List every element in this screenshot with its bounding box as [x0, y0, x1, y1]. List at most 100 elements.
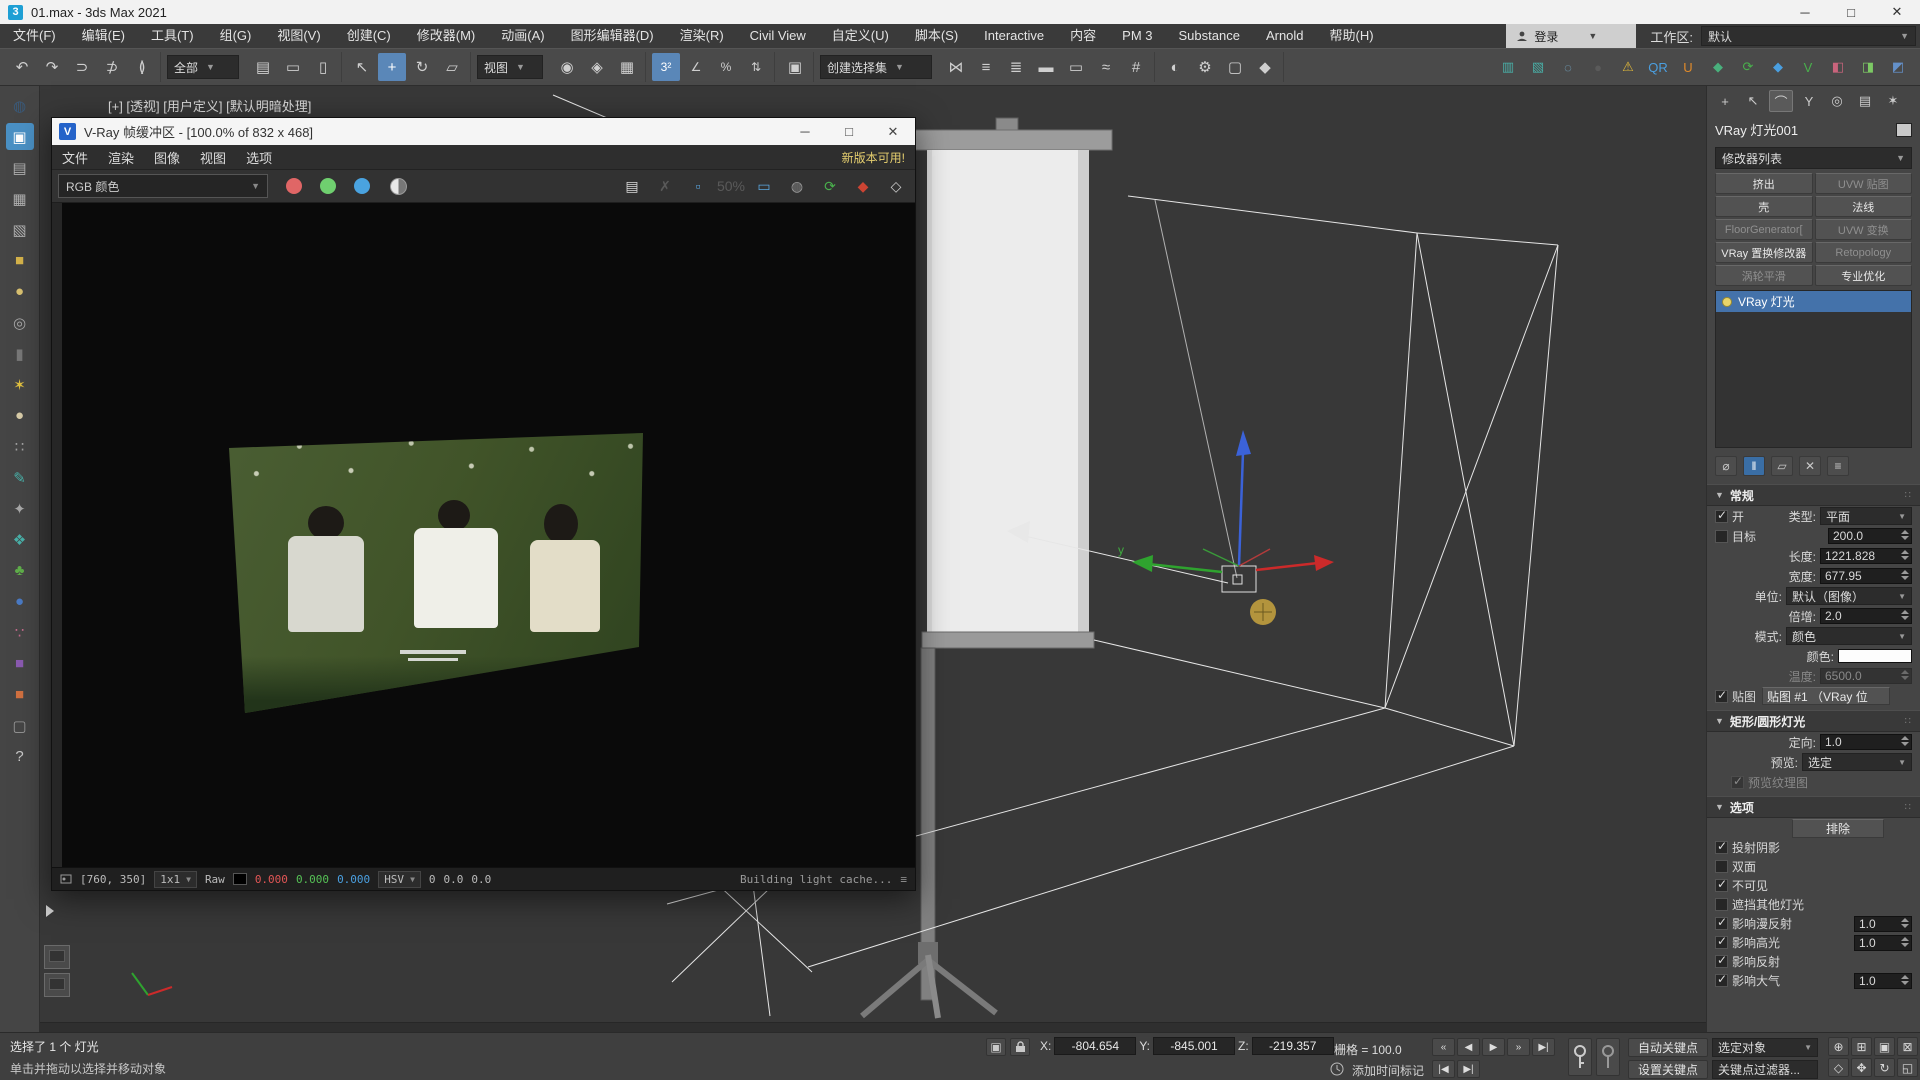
panel-expand-arrow-icon[interactable] — [46, 905, 54, 917]
field-of-view-icon[interactable]: ◇ — [1828, 1058, 1849, 1077]
mirror-icon[interactable]: ⋈ — [942, 53, 970, 81]
percent-snap-icon[interactable]: % — [712, 53, 740, 81]
project-monitors-icon[interactable]: ▥ — [1494, 53, 1522, 81]
width-field[interactable]: 677.95 — [1820, 568, 1912, 584]
dark-sphere-icon[interactable]: ◍ — [6, 92, 34, 119]
vfb-menu-item[interactable]: 视图 — [190, 148, 236, 167]
gray-tool-3-icon[interactable]: ▧ — [6, 216, 34, 243]
next-frame-icon[interactable]: » — [1507, 1038, 1530, 1056]
align-icon[interactable]: ≡ — [972, 53, 1000, 81]
test-resolution-icon[interactable]: 50% — [718, 174, 744, 198]
select-by-name-icon[interactable]: ▤ — [249, 53, 277, 81]
menu-item[interactable]: 工具(T) — [138, 24, 207, 48]
vray-render-icon[interactable]: ◆ — [1704, 53, 1732, 81]
modifier-button[interactable]: 法线 — [1815, 196, 1913, 217]
select-and-scale-icon[interactable]: ▱ — [438, 53, 466, 81]
toggle-layer-explorer-icon[interactable]: ▬ — [1032, 53, 1060, 81]
light-type-dropdown[interactable]: 平面 ▼ — [1820, 507, 1912, 525]
red-channel-button[interactable] — [286, 178, 302, 194]
menu-item[interactable]: 图形编辑器(D) — [558, 24, 667, 48]
rectangular-region-icon[interactable]: ▭ — [279, 53, 307, 81]
u-badge-icon[interactable]: U — [1674, 53, 1702, 81]
workspace-dropdown[interactable]: 默认 ▼ — [1701, 26, 1916, 46]
pixel-zoom-dropdown[interactable]: 1x1▼ — [154, 871, 197, 888]
vfb-maximize-button[interactable]: □ — [827, 118, 871, 145]
next-key-icon[interactable]: ▶| — [1457, 1060, 1480, 1078]
gray-wrench-icon[interactable]: ✦ — [6, 495, 34, 522]
snaps-toggle-icon[interactable]: 3² — [652, 53, 680, 81]
option-checkbox[interactable] — [1715, 841, 1728, 854]
menu-item[interactable]: Interactive — [971, 24, 1057, 48]
cloud-icon[interactable]: ◌ — [1554, 53, 1582, 81]
menu-item[interactable]: PM 3 — [1109, 24, 1165, 48]
modifier-stack[interactable]: VRay 灯光 — [1715, 290, 1912, 448]
toggle-ribbon-icon[interactable]: ▭ — [1062, 53, 1090, 81]
maximize-button[interactable]: □ — [1828, 0, 1874, 24]
color-tool-3-icon[interactable]: ◩ — [1884, 53, 1912, 81]
display-tab-icon[interactable]: ▤ — [1853, 90, 1877, 112]
dark-cylinder-icon[interactable]: ▮ — [6, 340, 34, 367]
menu-item[interactable]: 内容 — [1057, 24, 1109, 48]
minimized-floater-1[interactable] — [44, 945, 70, 969]
y-coordinate-field[interactable]: -845.001 — [1153, 1037, 1235, 1055]
close-button[interactable]: ✕ — [1874, 0, 1920, 24]
log-icon[interactable]: ≡ — [900, 873, 907, 886]
orange-box-icon[interactable]: ■ — [6, 681, 34, 708]
texmap-checkbox[interactable] — [1715, 690, 1728, 703]
asset-library-icon[interactable]: ▧ — [1524, 53, 1552, 81]
modifier-list-dropdown[interactable]: 修改器列表 ▼ — [1715, 147, 1912, 169]
cream-sphere-icon[interactable]: ● — [6, 402, 34, 429]
option-checkbox[interactable] — [1715, 898, 1728, 911]
option-checkbox[interactable] — [1715, 879, 1728, 892]
render-setup-icon[interactable]: ⚙ — [1191, 53, 1219, 81]
set-key-button[interactable]: 设置关键点 — [1628, 1060, 1708, 1079]
stack-item-vray-light[interactable]: VRay 灯光 — [1716, 291, 1911, 312]
vfb-menu-item[interactable]: 选项 — [236, 148, 282, 167]
light-color-swatch[interactable] — [1838, 649, 1912, 663]
vfb-minimize-button[interactable]: ─ — [783, 118, 827, 145]
track-bar[interactable] — [40, 1022, 1706, 1032]
bind-to-spacewarp-icon[interactable]: ≬ — [128, 53, 156, 81]
sun-icon[interactable]: ✶ — [6, 371, 34, 398]
stereo-icon[interactable]: ◍ — [784, 174, 810, 198]
vray-refresh-icon[interactable]: ⟳ — [1734, 53, 1762, 81]
go-to-start-icon[interactable]: « — [1432, 1038, 1455, 1056]
rollout-general-header[interactable]: ▼ 常规 ∷ — [1707, 484, 1920, 506]
menu-item[interactable]: 渲染(R) — [667, 24, 737, 48]
zoom-region-icon[interactable]: ⊠ — [1897, 1037, 1918, 1056]
menu-item[interactable]: 动画(A) — [488, 24, 557, 48]
vfb-menu-item[interactable]: 图像 — [144, 148, 190, 167]
temperature-field[interactable]: 6500.0 — [1820, 668, 1912, 684]
select-and-rotate-icon[interactable]: ↻ — [408, 53, 436, 81]
teal-tool-icon[interactable]: ❖ — [6, 526, 34, 553]
modify-tab-icon[interactable]: ⌒ — [1769, 90, 1793, 112]
toggle-scene-explorer-icon[interactable]: ≣ — [1002, 53, 1030, 81]
select-object-icon[interactable]: ↖ — [348, 53, 376, 81]
option-checkbox[interactable] — [1715, 955, 1728, 968]
create-plus-icon[interactable]: + — [1713, 90, 1737, 112]
menu-item[interactable]: 编辑(E) — [69, 24, 138, 48]
color-tool-2-icon[interactable]: ◨ — [1854, 53, 1882, 81]
zoom-all-icon[interactable]: ⊞ — [1851, 1037, 1872, 1056]
redo-icon[interactable]: ↷ — [38, 53, 66, 81]
unlink-selection-icon[interactable]: ⊅ — [98, 53, 126, 81]
modifier-button[interactable]: UVW 变换 — [1815, 219, 1913, 240]
region-render-icon[interactable]: ▫ — [685, 174, 711, 198]
texmap-button[interactable]: 贴图 #1 （VRay 位 — [1762, 687, 1890, 705]
menu-item[interactable]: 文件(F) — [0, 24, 69, 48]
key-filters-button[interactable]: 关键点过滤器... — [1712, 1060, 1818, 1079]
auto-key-button[interactable]: 自动关键点 — [1628, 1038, 1708, 1057]
selection-lock-icon[interactable] — [1010, 1038, 1030, 1056]
render-outline-icon[interactable]: ◇ — [883, 174, 909, 198]
sphere-tool-icon[interactable]: ● — [1584, 53, 1612, 81]
schematic-view-icon[interactable]: # — [1122, 53, 1150, 81]
pin-stack-icon[interactable]: ⌀ — [1715, 456, 1737, 476]
object-color-swatch[interactable] — [1896, 123, 1912, 137]
selection-filter-dropdown[interactable]: 全部▼ — [167, 55, 239, 79]
curve-editor-icon[interactable]: ≈ — [1092, 53, 1120, 81]
directional-field[interactable]: 1.0 — [1820, 734, 1912, 750]
vfb-titlebar[interactable]: V V-Ray 帧缓冲区 - [100.0% of 832 x 468] ─ □… — [52, 118, 915, 145]
rollout-options-header[interactable]: ▼ 选项 ∷ — [1707, 796, 1920, 818]
modifier-button[interactable]: 涡轮平滑 — [1715, 265, 1813, 286]
modifier-button[interactable]: FloorGenerator[ — [1715, 219, 1813, 240]
